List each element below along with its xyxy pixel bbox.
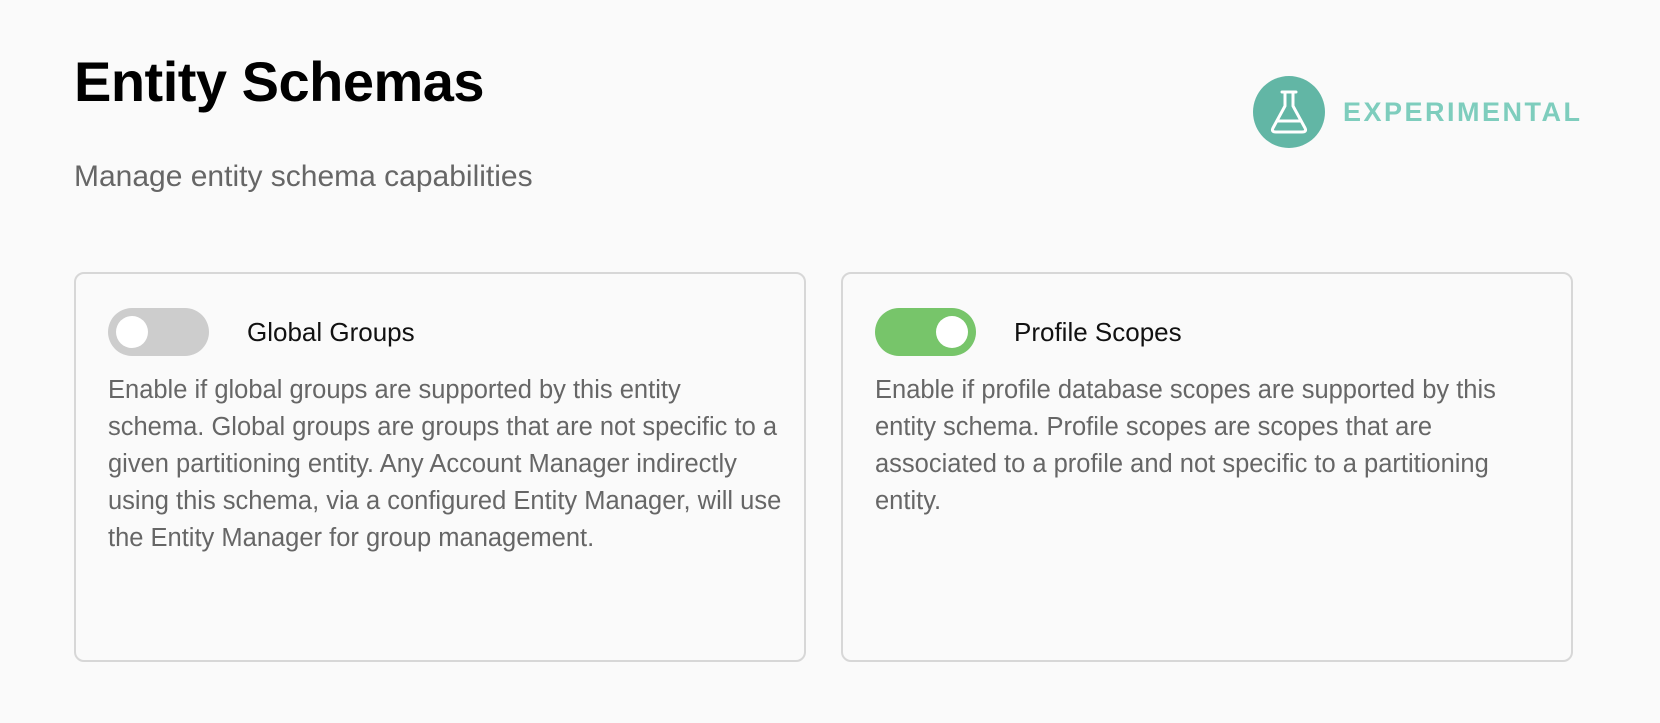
experimental-label: EXPERIMENTAL: [1343, 96, 1583, 127]
page-subtitle: Manage entity schema capabilities: [74, 160, 533, 193]
global-groups-toggle[interactable]: [108, 308, 209, 356]
page-title: Entity Schemas: [74, 50, 485, 113]
global-groups-card: Global Groups Enable if global groups ar…: [74, 272, 806, 662]
card-header: Global Groups: [108, 308, 415, 356]
card-description: Enable if global groups are supported by…: [108, 376, 782, 552]
profile-scopes-card: Profile Scopes Enable if profile databas…: [841, 272, 1573, 662]
toggle-knob: [116, 316, 148, 348]
toggle-knob: [936, 316, 968, 348]
flask-icon: [1253, 76, 1325, 148]
experimental-badge: EXPERIMENTAL: [1253, 76, 1583, 148]
card-header: Profile Scopes: [875, 308, 1182, 356]
card-title: Global Groups: [247, 316, 415, 347]
card-title: Profile Scopes: [1014, 316, 1182, 347]
profile-scopes-toggle[interactable]: [875, 308, 976, 356]
entity-schemas-page: Entity Schemas Manage entity schema capa…: [0, 0, 1660, 723]
card-description: Enable if profile database scopes are su…: [875, 376, 1496, 515]
